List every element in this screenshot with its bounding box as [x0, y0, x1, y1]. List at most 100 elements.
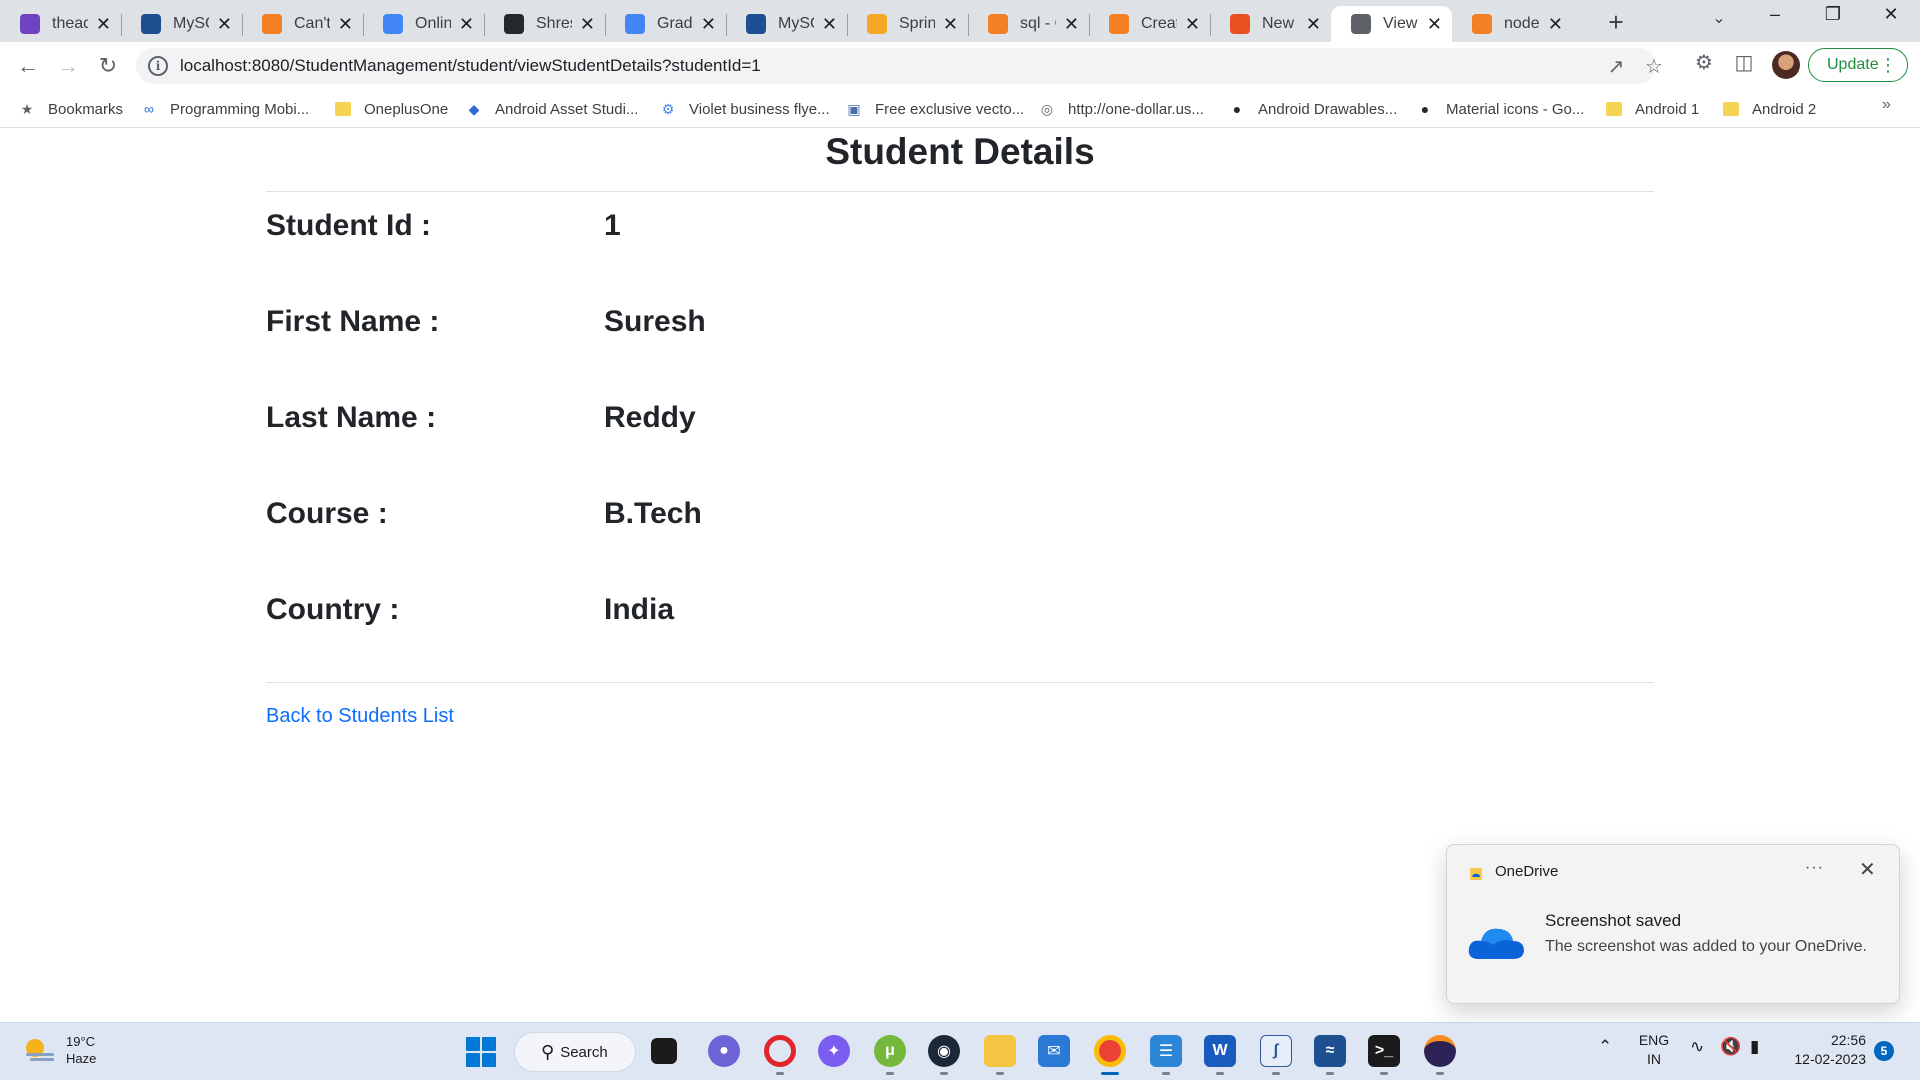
file-explorer-icon[interactable]: [984, 1035, 1016, 1067]
bookmark-item[interactable]: OneplusOne: [334, 96, 448, 122]
word-icon[interactable]: W: [1204, 1035, 1236, 1067]
bookmark-item[interactable]: ● Material icons - Go...: [1416, 96, 1585, 122]
browser-tab[interactable]: MySQ ✕: [121, 6, 242, 42]
browser-tab[interactable]: Grade ✕: [605, 6, 726, 42]
browser-tab[interactable]: sql - C ✕: [968, 6, 1089, 42]
folder-icon: [1722, 100, 1740, 118]
teams-chat-icon[interactable]: ●: [708, 1035, 740, 1067]
browser-tab[interactable]: Online ✕: [363, 6, 484, 42]
language-indicator[interactable]: ENG IN: [1632, 1031, 1676, 1069]
tab-close-icon[interactable]: ✕: [1306, 14, 1321, 35]
bookmark-item[interactable]: ∞ Programming Mobi...: [140, 96, 309, 122]
bookmark-item[interactable]: ★ Bookmarks: [18, 96, 123, 122]
browser-tab[interactable]: node.j ✕: [1452, 6, 1573, 42]
start-button-windows-icon[interactable]: [466, 1037, 496, 1067]
browser-tab[interactable]: New T ✕: [1210, 6, 1331, 42]
tab-close-icon[interactable]: ✕: [943, 14, 958, 35]
bookmark-item[interactable]: ⚙ Violet business flye...: [659, 96, 830, 122]
tab-close-icon[interactable]: ✕: [1185, 14, 1200, 35]
onedrive-notification[interactable]: OneDrive ··· ✕ Screenshot saved The scre…: [1446, 844, 1900, 1004]
notification-count-badge[interactable]: 5: [1874, 1041, 1894, 1061]
update-button[interactable]: Update ⋮: [1808, 48, 1908, 82]
tab-close-icon[interactable]: ✕: [338, 14, 353, 35]
course-value: B.Tech: [604, 497, 702, 530]
minimize-button[interactable]: –: [1750, 4, 1800, 25]
notepad-icon[interactable]: ☰: [1150, 1035, 1182, 1067]
close-window-button[interactable]: ✕: [1866, 4, 1916, 25]
tab-title: Creati: [1141, 15, 1177, 32]
toast-title: Screenshot saved: [1545, 911, 1682, 930]
app-launcher-icon[interactable]: ✦: [818, 1035, 850, 1067]
address-bar[interactable]: i localhost:8080/StudentManagement/stude…: [136, 48, 1663, 84]
new-tab-button[interactable]: +: [1599, 6, 1633, 40]
bookmark-item[interactable]: Android 2: [1722, 96, 1816, 122]
tab-close-icon[interactable]: ✕: [459, 14, 474, 35]
browser-tab[interactable]: thead ✕: [0, 6, 121, 42]
opera-browser-icon[interactable]: [764, 1035, 796, 1067]
tab-close-icon[interactable]: ✕: [1427, 14, 1442, 35]
wifi-icon[interactable]: ∿: [1690, 1037, 1704, 1057]
back-arrow-icon[interactable]: ←: [12, 50, 44, 82]
country-label: Country :: [266, 593, 400, 626]
toast-more-icon[interactable]: ···: [1805, 859, 1824, 877]
folder-icon: [334, 100, 352, 118]
utorrent-icon[interactable]: μ: [874, 1035, 906, 1067]
reload-icon[interactable]: ↻: [92, 50, 124, 82]
tab-close-icon[interactable]: ✕: [96, 14, 111, 35]
more-bookmarks-chevron-icon[interactable]: »: [1882, 96, 1891, 114]
tab-search-chevron-icon[interactable]: ⌄: [1704, 8, 1734, 28]
bookmark-item[interactable]: ▣ Free exclusive vecto...: [845, 96, 1024, 122]
browser-tab[interactable]: Creati ✕: [1089, 6, 1210, 42]
eclipse-icon[interactable]: [1424, 1035, 1456, 1067]
browser-tab[interactable]: Can't ✕: [242, 6, 363, 42]
tab-close-icon[interactable]: ✕: [1548, 14, 1563, 35]
steam-icon[interactable]: ◉: [928, 1035, 960, 1067]
mail-icon[interactable]: ✉: [1038, 1035, 1070, 1067]
tab-title: thead: [52, 15, 88, 32]
tab-close-icon[interactable]: ✕: [217, 14, 232, 35]
bookmark-item[interactable]: ◆ Android Asset Studi...: [465, 96, 639, 122]
side-panel-icon[interactable]: ◫: [1730, 50, 1758, 75]
mysql-workbench-taskbar-icon[interactable]: ∫: [1260, 1035, 1292, 1067]
mysql-taskbar-icon[interactable]: ≈: [1314, 1035, 1346, 1067]
image-icon: ▣: [847, 100, 861, 117]
browser-tab[interactable]: View S ✕: [1331, 6, 1452, 42]
clock[interactable]: 22:56 12-02-2023: [1786, 1031, 1866, 1069]
restore-button[interactable]: ❐: [1808, 4, 1858, 25]
mysql-running-indicator: [1326, 1072, 1334, 1075]
browser-tab[interactable]: Spring ✕: [847, 6, 968, 42]
back-to-students-link[interactable]: Back to Students List: [266, 705, 454, 728]
tab-close-icon[interactable]: ✕: [822, 14, 837, 35]
show-hidden-icons-chevron-icon[interactable]: ⌃: [1598, 1037, 1612, 1057]
forward-arrow-icon[interactable]: →: [52, 50, 84, 82]
taskbar-search[interactable]: ⚲ Search: [514, 1032, 636, 1072]
share-icon[interactable]: ↗: [1602, 54, 1630, 79]
site-info-icon[interactable]: i: [148, 56, 168, 76]
bookmark-label: Free exclusive vecto...: [875, 100, 1025, 118]
profile-avatar[interactable]: [1772, 51, 1800, 79]
toast-close-icon[interactable]: ✕: [1859, 857, 1876, 882]
task-view-icon[interactable]: [651, 1038, 677, 1064]
bookmark-label: Android 1: [1635, 100, 1700, 118]
browser-tab[interactable]: Shresh ✕: [484, 6, 605, 42]
steam-running-indicator: [940, 1072, 948, 1075]
bookmark-item[interactable]: Android 1: [1605, 96, 1699, 122]
language-top: ENG: [1638, 1032, 1670, 1048]
stackoverflow-icon: [988, 14, 1008, 34]
bookmark-item[interactable]: ◎ http://one-dollar.us...: [1038, 96, 1204, 122]
bookmark-item[interactable]: ● Android Drawables...: [1228, 96, 1397, 122]
tab-close-icon[interactable]: ✕: [580, 14, 595, 35]
speaker-muted-icon[interactable]: 🔇: [1720, 1037, 1741, 1057]
explorer-running-indicator: [996, 1072, 1004, 1075]
tab-close-icon[interactable]: ✕: [1064, 14, 1079, 35]
bookmark-star-icon[interactable]: ☆: [1640, 54, 1668, 79]
terminal-icon[interactable]: >_: [1368, 1035, 1400, 1067]
extensions-puzzle-icon[interactable]: ⚙: [1690, 50, 1718, 75]
more-menu-icon[interactable]: ⋮: [1879, 55, 1897, 76]
browser-tab[interactable]: MySQ ✕: [726, 6, 847, 42]
address-url[interactable]: localhost:8080/StudentManagement/student…: [180, 56, 761, 76]
tab-close-icon[interactable]: ✕: [701, 14, 716, 35]
weather-widget[interactable]: 19°C Haze: [22, 1033, 96, 1067]
chrome-icon[interactable]: [1094, 1035, 1126, 1067]
battery-icon[interactable]: ▮: [1750, 1037, 1759, 1057]
